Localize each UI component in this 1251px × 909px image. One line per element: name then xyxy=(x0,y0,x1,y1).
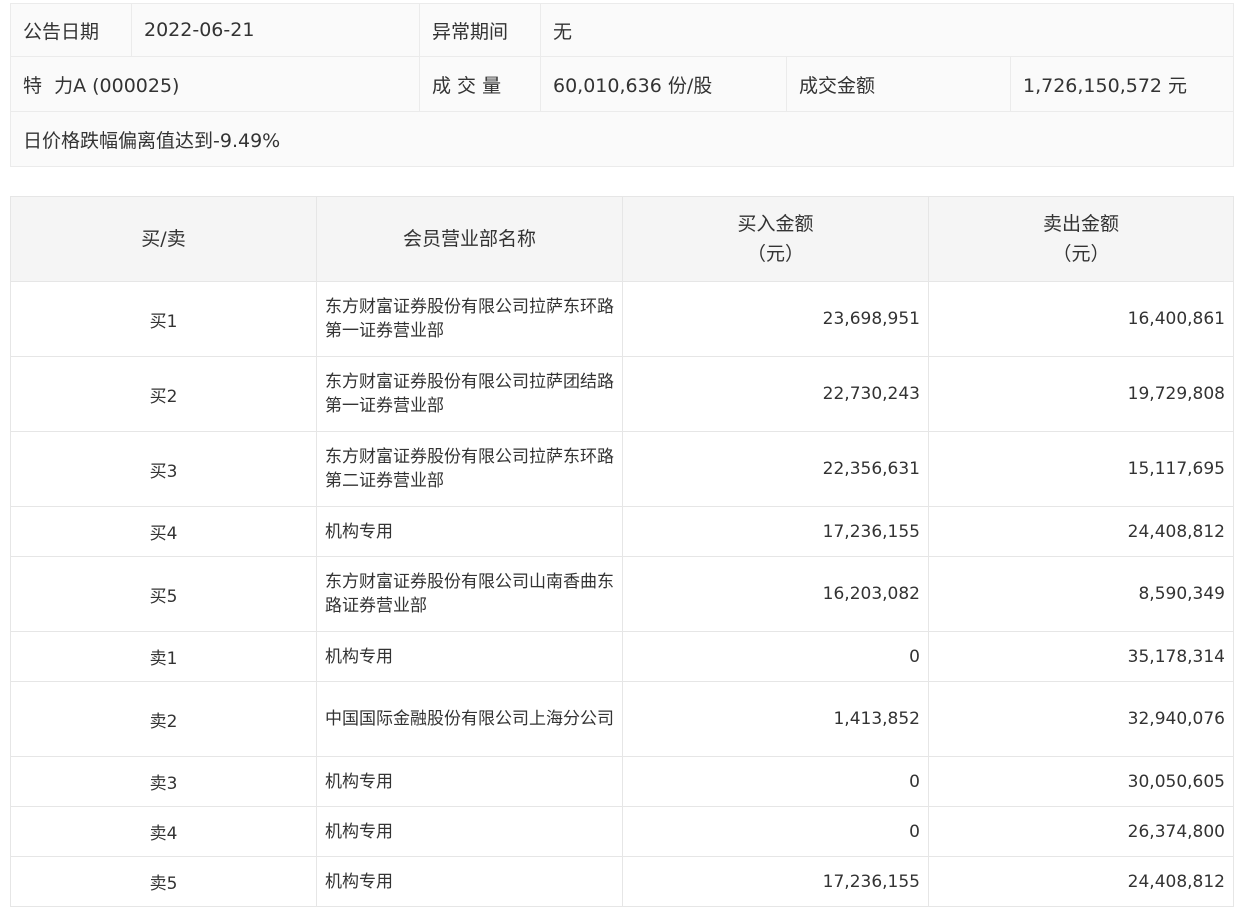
lhb-detail-page: 公告日期 2022-06-21 异常期间 无 特 力A (000025) 成 交… xyxy=(0,0,1251,909)
info-row-date: 公告日期 2022-06-21 异常期间 无 xyxy=(10,3,1234,57)
abnormal-period-value: 无 xyxy=(540,3,1234,57)
announce-date-label: 公告日期 xyxy=(10,3,132,57)
branch-name: 东方财富证券股份有限公司拉萨团结路第一证券营业部 xyxy=(316,356,623,432)
table-row: 买4 机构专用 17,236,155 24,408,812 xyxy=(10,506,1234,557)
row-rank: 买1 xyxy=(10,281,317,357)
table-row: 买1 东方财富证券股份有限公司拉萨东环路第一证券营业部 23,698,951 1… xyxy=(10,281,1234,357)
buy-amount: 23,698,951 xyxy=(622,281,929,357)
announcement-info-table: 公告日期 2022-06-21 异常期间 无 特 力A (000025) 成 交… xyxy=(10,3,1234,167)
col-header-branch: 会员营业部名称 xyxy=(316,196,623,282)
branch-name: 机构专用 xyxy=(316,756,623,807)
buy-amount: 22,730,243 xyxy=(622,356,929,432)
broker-trades-table: 买/卖 会员营业部名称 买入金额 （元） 卖出金额 （元） 买1 东方财富证券股… xyxy=(10,196,1234,907)
row-rank: 卖5 xyxy=(10,856,317,907)
sell-amount: 35,178,314 xyxy=(928,631,1234,682)
table-row: 买2 东方财富证券股份有限公司拉萨团结路第一证券营业部 22,730,243 1… xyxy=(10,356,1234,432)
table-row: 卖5 机构专用 17,236,155 24,408,812 xyxy=(10,856,1234,907)
branch-name: 机构专用 xyxy=(316,806,623,857)
table-row: 卖2 中国国际金融股份有限公司上海分公司 1,413,852 32,940,07… xyxy=(10,681,1234,757)
row-rank: 卖4 xyxy=(10,806,317,857)
table-row: 卖4 机构专用 0 26,374,800 xyxy=(10,806,1234,857)
branch-name: 东方财富证券股份有限公司拉萨东环路第一证券营业部 xyxy=(316,281,623,357)
sell-amount: 16,400,861 xyxy=(928,281,1234,357)
branch-name: 机构专用 xyxy=(316,506,623,557)
sell-amount: 32,940,076 xyxy=(928,681,1234,757)
buy-amount: 22,356,631 xyxy=(622,431,929,507)
branch-name: 东方财富证券股份有限公司山南香曲东路证券营业部 xyxy=(316,556,623,632)
table-row: 买5 东方财富证券股份有限公司山南香曲东路证券营业部 16,203,082 8,… xyxy=(10,556,1234,632)
col-header-sell-amount: 卖出金额 （元） xyxy=(928,196,1234,282)
trades-header-row: 买/卖 会员营业部名称 买入金额 （元） 卖出金额 （元） xyxy=(10,196,1234,282)
row-rank: 买2 xyxy=(10,356,317,432)
buy-amount: 17,236,155 xyxy=(622,856,929,907)
sell-amount: 26,374,800 xyxy=(928,806,1234,857)
row-rank: 卖1 xyxy=(10,631,317,682)
sell-amount: 19,729,808 xyxy=(928,356,1234,432)
buy-header-line1: 买入金额 xyxy=(737,213,814,235)
branch-name: 机构专用 xyxy=(316,631,623,682)
amount-value: 1,726,150,572 元 xyxy=(1010,56,1234,112)
branch-name: 东方财富证券股份有限公司拉萨东环路第二证券营业部 xyxy=(316,431,623,507)
buy-header-unit: （元） xyxy=(746,243,804,265)
branch-name: 机构专用 xyxy=(316,856,623,907)
table-row: 买3 东方财富证券股份有限公司拉萨东环路第二证券营业部 22,356,631 1… xyxy=(10,431,1234,507)
buy-amount: 0 xyxy=(622,756,929,807)
col-header-side: 买/卖 xyxy=(10,196,317,282)
sell-header-line1: 卖出金额 xyxy=(1042,213,1119,235)
sell-amount: 24,408,812 xyxy=(928,506,1234,557)
row-rank: 卖2 xyxy=(10,681,317,757)
sell-amount: 15,117,695 xyxy=(928,431,1234,507)
announce-date-value: 2022-06-21 xyxy=(131,3,420,57)
table-row: 卖1 机构专用 0 35,178,314 xyxy=(10,631,1234,682)
table-row: 卖3 机构专用 0 30,050,605 xyxy=(10,756,1234,807)
buy-amount: 1,413,852 xyxy=(622,681,929,757)
info-row-reason: 日价格跌幅偏离值达到-9.49% xyxy=(10,111,1234,167)
info-row-volume: 特 力A (000025) 成 交 量 60,010,636 份/股 成交金额 … xyxy=(10,56,1234,112)
col-header-buy-amount: 买入金额 （元） xyxy=(622,196,929,282)
listing-reason: 日价格跌幅偏离值达到-9.49% xyxy=(10,111,1234,167)
row-rank: 买5 xyxy=(10,556,317,632)
sell-amount: 24,408,812 xyxy=(928,856,1234,907)
volume-label: 成 交 量 xyxy=(419,56,541,112)
amount-label: 成交金额 xyxy=(786,56,1011,112)
sell-amount: 30,050,605 xyxy=(928,756,1234,807)
buy-amount: 17,236,155 xyxy=(622,506,929,557)
sell-header-unit: （元） xyxy=(1052,243,1110,265)
stock-name-code: 特 力A (000025) xyxy=(10,56,420,112)
abnormal-period-label: 异常期间 xyxy=(419,3,541,57)
branch-name: 中国国际金融股份有限公司上海分公司 xyxy=(316,681,623,757)
volume-value: 60,010,636 份/股 xyxy=(540,56,787,112)
row-rank: 买3 xyxy=(10,431,317,507)
row-rank: 卖3 xyxy=(10,756,317,807)
buy-amount: 0 xyxy=(622,806,929,857)
sell-amount: 8,590,349 xyxy=(928,556,1234,632)
buy-amount: 16,203,082 xyxy=(622,556,929,632)
row-rank: 买4 xyxy=(10,506,317,557)
buy-amount: 0 xyxy=(622,631,929,682)
